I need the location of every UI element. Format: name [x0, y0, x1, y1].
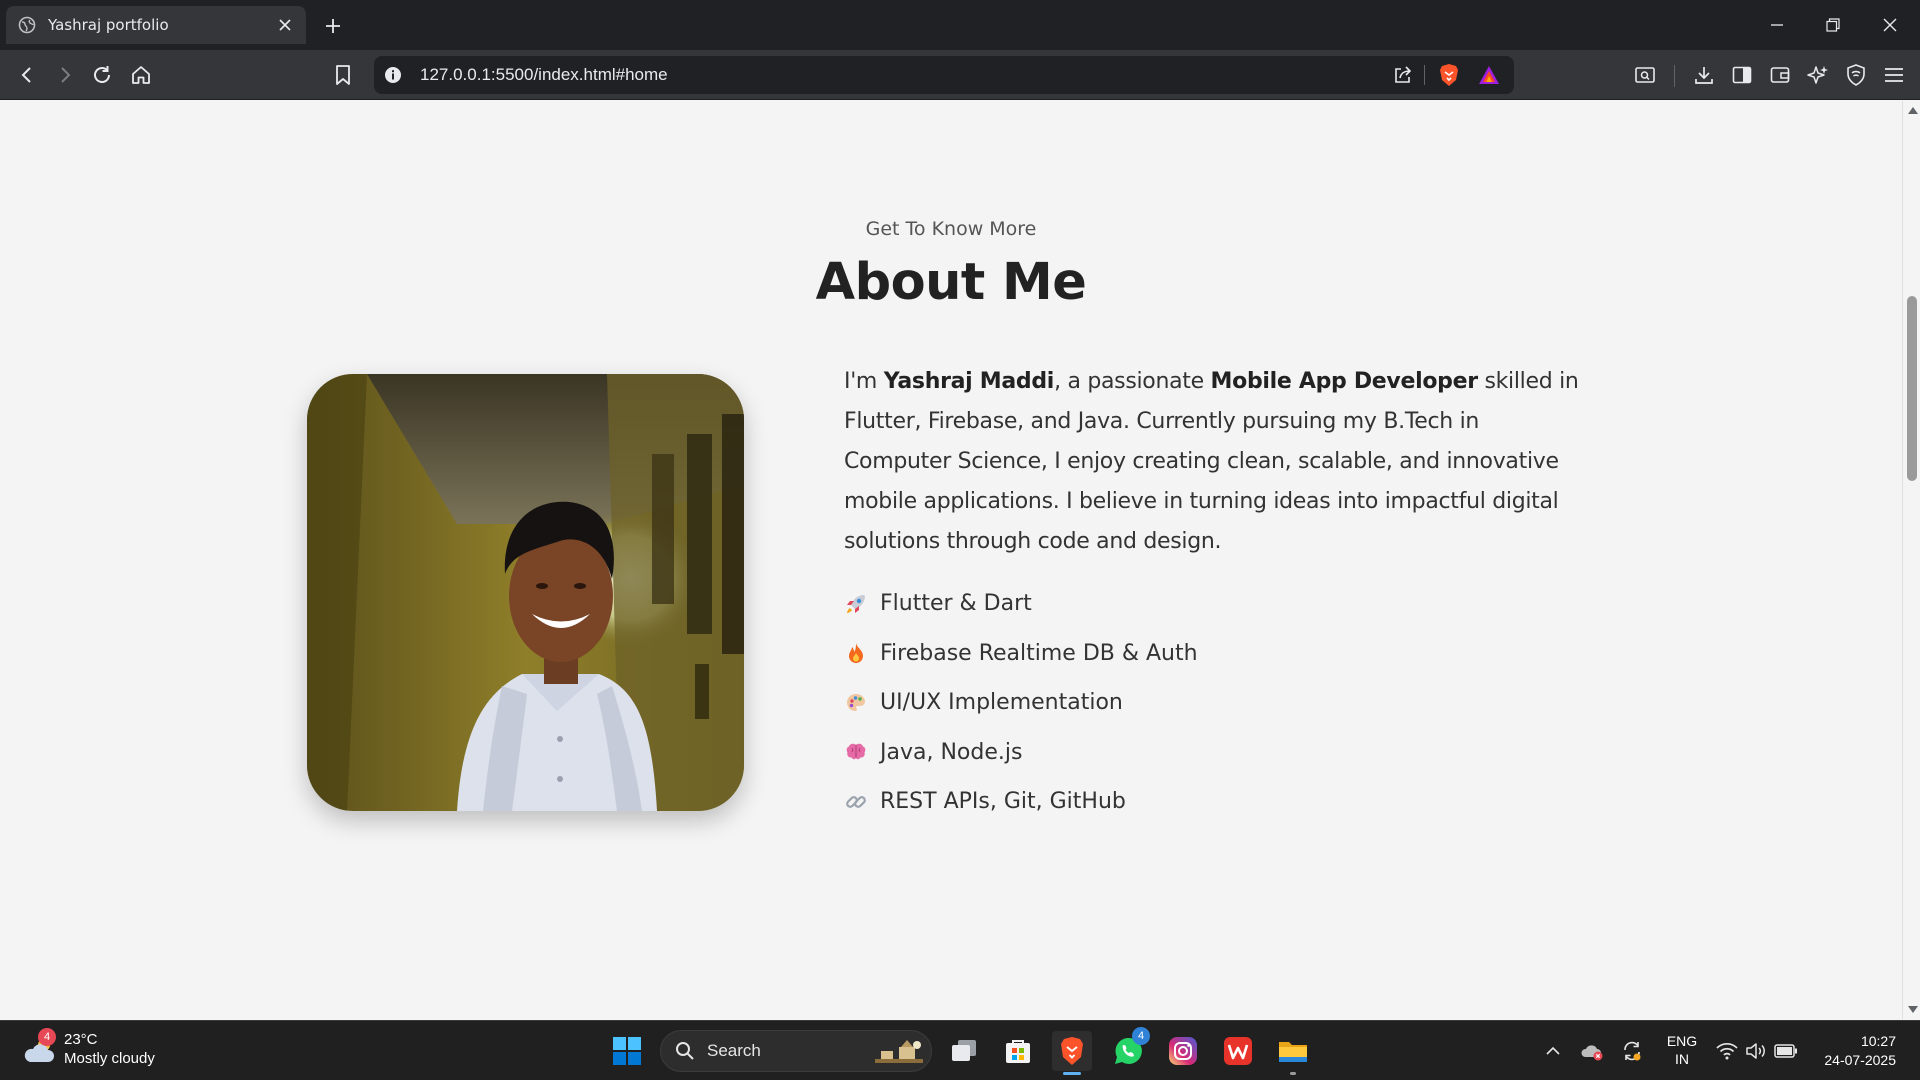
home-icon[interactable]: [128, 62, 154, 88]
skill-label: Java, Node.js: [880, 739, 1023, 765]
wifi-icon[interactable]: [1715, 1039, 1739, 1063]
url-divider: [1424, 65, 1425, 85]
skill-label: UI/UX Implementation: [880, 690, 1123, 716]
scrollbar-thumb[interactable]: [1907, 296, 1917, 481]
share-icon[interactable]: [1392, 64, 1414, 86]
brave-rewards-icon[interactable]: [1478, 64, 1500, 86]
reload-icon[interactable]: [89, 62, 115, 88]
about-text-part: I'm: [844, 369, 884, 394]
menu-icon[interactable]: [1881, 62, 1907, 88]
about-text-part: , a passionate: [1054, 369, 1211, 394]
windows-start-icon[interactable]: [607, 1031, 647, 1071]
clock-date: 24-07-2025: [1824, 1052, 1896, 1068]
skill-label: REST APIs, Git, GitHub: [880, 789, 1126, 815]
skill-item: REST APIs, Git, GitHub: [844, 777, 1198, 827]
bookmark-icon[interactable]: [330, 62, 356, 88]
skill-label: Firebase Realtime DB & Auth: [880, 640, 1198, 666]
weather-widget[interactable]: 4 23°C Mostly cloudy: [22, 1028, 155, 1068]
page-scrollbar[interactable]: [1902, 101, 1920, 1019]
new-tab-button[interactable]: [320, 13, 346, 39]
chevron-up-icon[interactable]: [1541, 1039, 1565, 1063]
volume-icon[interactable]: [1744, 1039, 1768, 1063]
taskbar: 4 23°C Mostly cloudy Search 4 ENG IN 10:…: [0, 1020, 1920, 1080]
toolbar-divider: [1674, 65, 1675, 87]
globe-icon: [18, 16, 36, 34]
url-text[interactable]: 127.0.0.1:5500/index.html#home: [420, 65, 668, 85]
close-tab-icon[interactable]: [276, 16, 294, 34]
site-info-icon[interactable]: [384, 66, 402, 84]
page-viewport: Get To Know More About Me I'm Yashraj Ma…: [0, 101, 1902, 1019]
skill-item: Firebase Realtime DB & Auth: [844, 629, 1198, 679]
scroll-down-arrow-icon[interactable]: [1908, 1006, 1918, 1013]
sidebar-icon[interactable]: [1729, 62, 1755, 88]
close-window-icon[interactable]: [1877, 12, 1903, 38]
skills-list: Flutter & Dart Firebase Realtime DB & Au…: [844, 579, 1198, 827]
rocket-icon: [844, 592, 880, 616]
wps-office-icon[interactable]: [1218, 1031, 1258, 1071]
clock-time: 10:27: [1860, 1033, 1896, 1049]
browser-tab-bar: Yashraj portfolio: [0, 0, 1920, 50]
link-icon: [844, 790, 880, 814]
address-bar[interactable]: 127.0.0.1:5500/index.html#home: [374, 56, 1514, 94]
back-arrow-icon[interactable]: [14, 62, 40, 88]
region-code: IN: [1675, 1051, 1689, 1067]
section-title: About Me: [815, 253, 1087, 312]
about-paragraph: I'm Yashraj Maddi, a passionate Mobile A…: [844, 362, 1584, 562]
browser-toolbar: 127.0.0.1:5500/index.html#home: [0, 50, 1920, 100]
restore-icon[interactable]: [1820, 12, 1846, 38]
weather-condition: Mostly cloudy: [64, 1050, 155, 1067]
search-label: Search: [707, 1041, 761, 1060]
tab-title: Yashraj portfolio: [48, 16, 169, 34]
skill-label: Flutter & Dart: [880, 591, 1032, 617]
vpn-shield-icon[interactable]: [1843, 62, 1869, 88]
battery-icon[interactable]: [1774, 1039, 1798, 1063]
about-name: Yashraj Maddi: [883, 369, 1055, 394]
taskbar-search[interactable]: Search: [660, 1030, 932, 1072]
temperature: 23°C: [64, 1031, 98, 1048]
skill-item: UI/UX Implementation: [844, 678, 1198, 728]
skill-item: Java, Node.js: [844, 728, 1198, 778]
language-indicator[interactable]: ENG IN: [1662, 1032, 1702, 1068]
brave-browser-icon[interactable]: [1052, 1031, 1092, 1075]
weather-badge: 4: [38, 1028, 56, 1046]
fire-icon: [844, 641, 880, 665]
running-indicator: [1290, 1072, 1296, 1075]
minimize-icon[interactable]: [1764, 12, 1790, 38]
palette-icon: [844, 691, 880, 715]
brave-shields-icon[interactable]: [1438, 64, 1460, 86]
profile-photo: [307, 374, 744, 811]
leo-ai-icon[interactable]: [1805, 62, 1831, 88]
skill-item: Flutter & Dart: [844, 579, 1198, 629]
browser-tab[interactable]: Yashraj portfolio: [6, 6, 306, 44]
about-role: Mobile App Developer: [1210, 369, 1479, 394]
language-code: ENG: [1666, 1033, 1698, 1049]
sync-icon[interactable]: [1620, 1039, 1644, 1063]
microsoft-store-icon[interactable]: [998, 1031, 1038, 1071]
forward-arrow-icon[interactable]: [52, 62, 78, 88]
download-icon[interactable]: [1691, 62, 1717, 88]
reader-mode-icon[interactable]: [1632, 62, 1658, 88]
active-indicator: [1063, 1072, 1081, 1075]
task-view-icon[interactable]: [944, 1031, 984, 1071]
onedrive-error-icon[interactable]: [1580, 1039, 1604, 1063]
scroll-up-arrow-icon[interactable]: [1908, 107, 1918, 114]
search-highlight-icon: [871, 1037, 927, 1067]
brain-icon: [844, 740, 880, 764]
search-icon: [675, 1041, 695, 1061]
whatsapp-badge: 4: [1132, 1027, 1150, 1045]
about-text-part: skilled in Flutter, Firebase, and Java. …: [844, 369, 1579, 554]
file-explorer-icon[interactable]: [1273, 1031, 1313, 1075]
system-clock[interactable]: 10:27 24-07-2025: [1810, 1032, 1896, 1070]
instagram-icon[interactable]: [1163, 1031, 1203, 1071]
section-subtitle: Get To Know More: [865, 218, 1037, 240]
wallet-icon[interactable]: [1767, 62, 1793, 88]
whatsapp-icon[interactable]: 4: [1108, 1027, 1150, 1071]
